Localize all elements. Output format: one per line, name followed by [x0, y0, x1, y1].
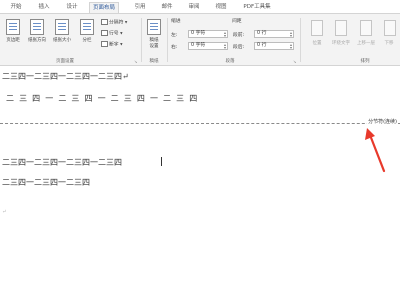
- document-canvas[interactable]: 二三四一二三四一二三四一二三四↵ 二 三 四 一 二 三 四 一 二 三 四 一…: [0, 67, 400, 300]
- section-break-line: [0, 123, 400, 124]
- wrap-text-label: 环绕文字: [332, 41, 350, 46]
- paragraph-group-label: 段落: [225, 59, 235, 64]
- tab-pdf-tools[interactable]: PDF工具集: [240, 2, 274, 13]
- group-divider: [300, 18, 301, 62]
- hyphenation-icon: [101, 41, 108, 47]
- position-icon: [311, 20, 323, 36]
- document-line: 二三四一二三四一二三四: [2, 178, 90, 187]
- size-button[interactable]: 纸张大小: [52, 17, 72, 53]
- breaks-icon: [101, 19, 108, 25]
- spacing-after-field[interactable]: 0 行 ▴ ▾: [254, 42, 294, 50]
- draft-paper-button[interactable]: 稿纸 设置: [144, 17, 164, 53]
- spacing-before-label: 段前:: [233, 33, 245, 38]
- indent-right-label: 右:: [171, 45, 178, 50]
- tab-mailings[interactable]: 邮件: [157, 2, 177, 13]
- spacing-header: 间距: [232, 19, 242, 24]
- tab-insert[interactable]: 插入: [34, 2, 54, 13]
- spinner-icon[interactable]: ▴ ▾: [224, 43, 226, 50]
- page-size-icon: [55, 19, 69, 35]
- tab-view[interactable]: 视图: [211, 2, 231, 13]
- bring-forward-button[interactable]: 上移一层: [356, 20, 376, 54]
- spacing-after-label: 段后:: [233, 45, 245, 50]
- send-backward-label: 下移: [384, 41, 394, 46]
- position-label: 位置: [312, 41, 322, 46]
- tab-home[interactable]: 开始: [6, 2, 26, 13]
- indent-header: 缩进: [171, 19, 181, 24]
- columns-button[interactable]: 分栏: [77, 17, 97, 53]
- orientation-icon: [30, 19, 44, 35]
- spinner-icon[interactable]: ▴ ▾: [290, 31, 292, 38]
- spacing-before-field[interactable]: 0 行 ▴ ▾: [254, 30, 294, 38]
- tab-review[interactable]: 审阅: [184, 2, 204, 13]
- hyphenation-button[interactable]: 断字 ▾: [101, 41, 123, 49]
- paragraph-launcher-icon[interactable]: ↘: [293, 59, 296, 64]
- send-backward-icon: [384, 20, 396, 36]
- indent-left-label: 左:: [171, 33, 178, 38]
- document-line: 二 三 四 一 二 三 四 一 二 三 四 一 二 三 四: [6, 94, 198, 103]
- tab-design[interactable]: 设计: [62, 2, 82, 13]
- orientation-label: 纸张方向: [28, 38, 46, 43]
- page-setup-launcher-icon[interactable]: ↘: [134, 59, 137, 64]
- page-setup-group-label: 页面设置: [56, 59, 74, 64]
- margins-icon: [6, 19, 20, 35]
- document-line: 二三四一二三四一二三四一二三四↵: [2, 72, 129, 81]
- orientation-button[interactable]: 纸张方向: [27, 17, 47, 53]
- ribbon-tab-bar: 开始 插入 设计 页面布局 引用 邮件 审阅 视图 PDF工具集: [0, 0, 400, 13]
- document-line: 二三四一二三四一二三四一二三四: [2, 158, 122, 167]
- draft-group-label: 稿纸: [149, 59, 159, 64]
- spinner-icon[interactable]: ▴ ▾: [224, 31, 226, 38]
- bring-forward-icon: [360, 20, 372, 36]
- margins-label: 页边距: [6, 38, 20, 43]
- position-button[interactable]: 位置: [307, 20, 327, 54]
- tab-page-layout[interactable]: 页面布局: [89, 2, 119, 13]
- empty-paragraph-mark: ↵: [2, 209, 7, 215]
- line-numbers-button[interactable]: 行号 ▾: [101, 30, 123, 38]
- size-label: 纸张大小: [53, 38, 71, 43]
- wrap-text-icon: [335, 20, 347, 36]
- draft-paper-label: 稿纸 设置: [149, 38, 159, 49]
- breaks-button[interactable]: 分隔符 ▾: [101, 19, 127, 27]
- arrange-group-label: 排列: [360, 59, 370, 64]
- margins-button[interactable]: 页边距: [3, 17, 23, 53]
- wrap-text-button[interactable]: 环绕文字: [331, 20, 351, 54]
- ribbon: 页边距 纸张方向 纸张大小 分栏 分隔符 ▾ 行号 ▾ 断字 ▾ 页面设置 ↘ …: [0, 13, 400, 66]
- draft-paper-icon: [147, 19, 161, 35]
- indent-right-field[interactable]: 0 字符 ▴ ▾: [188, 42, 228, 50]
- columns-label: 分栏: [82, 38, 92, 43]
- group-divider: [167, 18, 168, 62]
- columns-icon: [80, 19, 94, 35]
- send-backward-button[interactable]: 下移: [380, 20, 398, 54]
- indent-left-field[interactable]: 0 字符 ▴ ▾: [188, 30, 228, 38]
- text-cursor: [161, 157, 162, 166]
- spinner-icon[interactable]: ▴ ▾: [290, 43, 292, 50]
- tab-references[interactable]: 引用: [130, 2, 150, 13]
- section-break-label: 分节符(连续): [367, 118, 398, 125]
- line-numbers-icon: [101, 30, 108, 36]
